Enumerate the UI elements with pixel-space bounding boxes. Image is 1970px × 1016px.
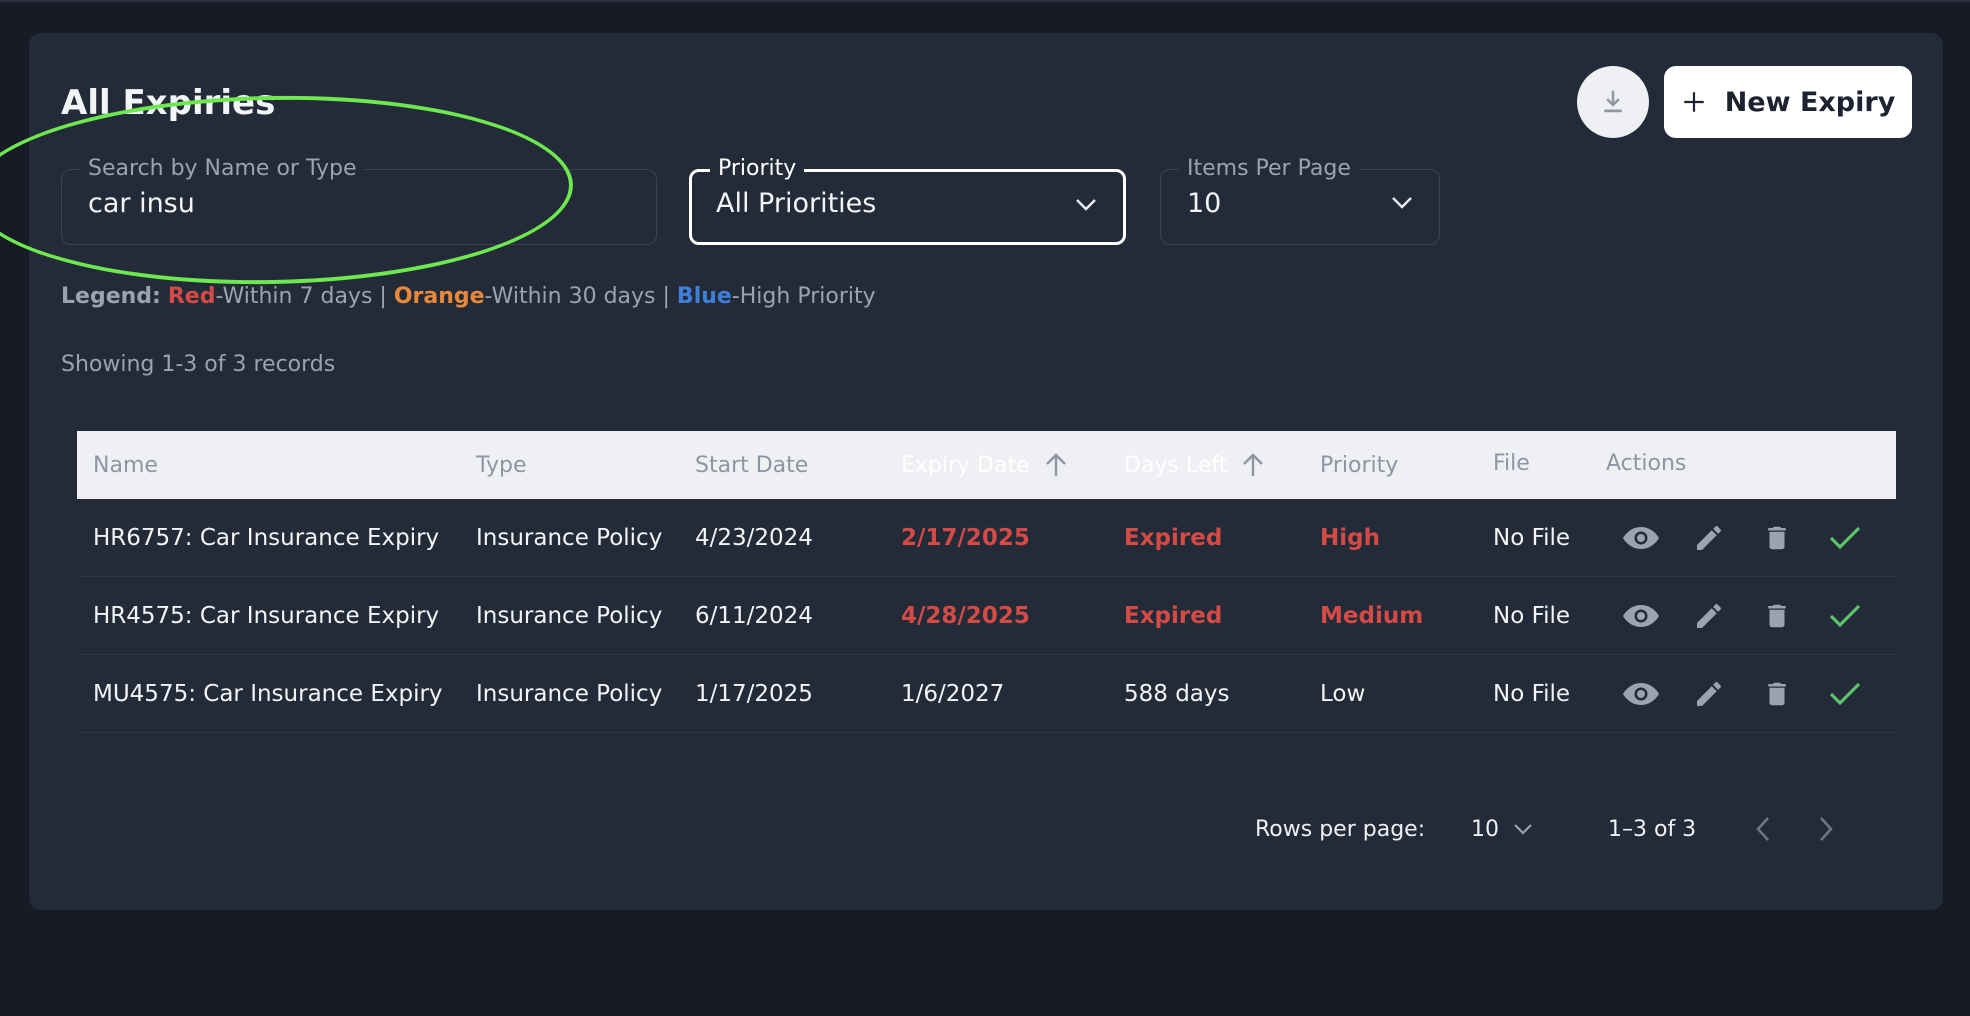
- delete-icon: [1768, 682, 1786, 706]
- column-start-date[interactable]: Start Date: [695, 431, 808, 499]
- check-icon: [1829, 526, 1861, 550]
- cell-name: MU4575: Car Insurance Expiry: [93, 681, 443, 707]
- cell-name: HR6757: Car Insurance Expiry: [93, 525, 440, 551]
- delete-icon: [1768, 604, 1786, 628]
- rows-per-page-label: Rows per page:: [1255, 816, 1426, 842]
- cell-expiry: 1/6/2027: [901, 681, 1005, 707]
- edit-icon: [1697, 681, 1721, 706]
- column-priority[interactable]: Priority: [1320, 431, 1398, 499]
- view-button[interactable]: [1621, 675, 1661, 713]
- table-row[interactable]: MU4575: Car Insurance Expiry Insurance Po…: [77, 655, 1896, 733]
- expiries-table: Name Type Start Date Expiry Date Days Le…: [77, 431, 1896, 733]
- column-actions: Actions: [1606, 450, 1687, 476]
- chevron-left-icon: [1756, 817, 1769, 841]
- cell-days-left: Expired: [1124, 603, 1223, 629]
- delete-icon: [1768, 526, 1786, 550]
- cell-name: HR4575: Car Insurance Expiry: [93, 603, 440, 629]
- items-per-page-label: Items Per Page: [1179, 155, 1359, 183]
- new-expiry-label: New Expiry: [1724, 86, 1896, 118]
- new-expiry-button[interactable]: New Expiry: [1664, 66, 1912, 138]
- column-name[interactable]: Name: [93, 431, 158, 499]
- priority-value: All Priorities: [716, 188, 877, 219]
- items-per-page-value: 10: [1187, 188, 1222, 219]
- check-button[interactable]: [1825, 597, 1865, 635]
- cell-priority: Medium: [1320, 603, 1424, 629]
- items-per-page-select[interactable]: Items Per Page 10: [1160, 155, 1440, 245]
- cell-start: 1/17/2025: [695, 681, 813, 707]
- legend-red: Red: [167, 284, 216, 309]
- column-type[interactable]: Type: [476, 431, 527, 499]
- prev-page-button[interactable]: [1755, 801, 1771, 857]
- top-divider: [0, 0, 1970, 2]
- legend-prefix: Legend:: [61, 284, 161, 309]
- view-icon: [1623, 527, 1659, 549]
- download-button[interactable]: [1577, 66, 1649, 138]
- delete-button[interactable]: [1757, 597, 1797, 635]
- rows-per-page-value: 10: [1471, 816, 1499, 842]
- delete-button[interactable]: [1757, 675, 1797, 713]
- edit-button[interactable]: [1689, 519, 1729, 557]
- plus-icon: [1683, 92, 1704, 112]
- cell-priority: High: [1320, 525, 1380, 551]
- edit-icon: [1697, 525, 1721, 550]
- priority-select[interactable]: Priority All Priorities: [689, 155, 1126, 245]
- check-icon: [1829, 604, 1861, 628]
- legend-blue: Blue: [676, 284, 732, 309]
- edit-button[interactable]: [1689, 597, 1729, 635]
- edit-icon: [1697, 603, 1721, 628]
- table-row[interactable]: HR4575: Car Insurance Expiry Insurance Po…: [77, 577, 1896, 655]
- cell-type: Insurance Policy: [476, 681, 663, 707]
- column-expiry-date-label: Expiry Date: [901, 452, 1030, 478]
- sort-arrow-up-icon: [1243, 453, 1264, 476]
- view-button[interactable]: [1621, 597, 1661, 635]
- check-button[interactable]: [1825, 519, 1865, 557]
- view-button[interactable]: [1621, 519, 1661, 557]
- download-icon: [1604, 90, 1622, 113]
- cell-start: 4/23/2024: [695, 525, 813, 551]
- priority-label: Priority: [710, 155, 805, 183]
- cell-file: No File: [1493, 525, 1571, 551]
- rows-per-page-select[interactable]: 10: [1471, 801, 1533, 857]
- chevron-down-icon: [1392, 197, 1412, 209]
- records-count: Showing 1-3 of 3 records: [61, 352, 336, 377]
- cell-file: No File: [1493, 681, 1571, 707]
- cell-file: No File: [1493, 603, 1571, 629]
- legend-orange-text: -Within 30 days |: [484, 284, 670, 309]
- view-icon: [1623, 605, 1659, 627]
- legend-orange: Orange: [393, 284, 485, 309]
- legend: Legend: Red-Within 7 days | Orange-Withi…: [61, 284, 876, 309]
- next-page-button[interactable]: [1818, 801, 1834, 857]
- table-header: Name Type Start Date Expiry Date Days Le…: [77, 431, 1896, 499]
- check-icon: [1829, 682, 1861, 706]
- cell-start: 6/11/2024: [695, 603, 813, 629]
- table-row[interactable]: HR6757: Car Insurance Expiry Insurance Po…: [77, 499, 1896, 577]
- chevron-down-icon: [1514, 824, 1532, 835]
- check-button[interactable]: [1825, 675, 1865, 713]
- chevron-right-icon: [1820, 817, 1833, 841]
- cell-expiry: 4/28/2025: [901, 603, 1030, 629]
- sort-arrow-up-icon: [1045, 453, 1066, 476]
- cell-expiry: 2/17/2025: [901, 525, 1030, 551]
- column-file: File: [1493, 450, 1530, 476]
- chevron-down-icon: [1076, 199, 1096, 211]
- cell-type: Insurance Policy: [476, 603, 663, 629]
- column-days-left-label: Days Left: [1124, 452, 1228, 478]
- legend-blue-text: -High Priority: [731, 284, 876, 309]
- cell-priority: Low: [1320, 681, 1366, 707]
- cell-days-left: 588 days: [1124, 681, 1230, 707]
- delete-button[interactable]: [1757, 519, 1797, 557]
- column-expiry-date[interactable]: Expiry Date: [901, 431, 1068, 499]
- cell-type: Insurance Policy: [476, 525, 663, 551]
- view-icon: [1623, 683, 1659, 705]
- pagination-range: 1–3 of 3: [1608, 816, 1697, 842]
- legend-red-text: -Within 7 days |: [215, 284, 387, 309]
- cell-days-left: Expired: [1124, 525, 1223, 551]
- column-days-left[interactable]: Days Left: [1124, 431, 1265, 499]
- edit-button[interactable]: [1689, 675, 1729, 713]
